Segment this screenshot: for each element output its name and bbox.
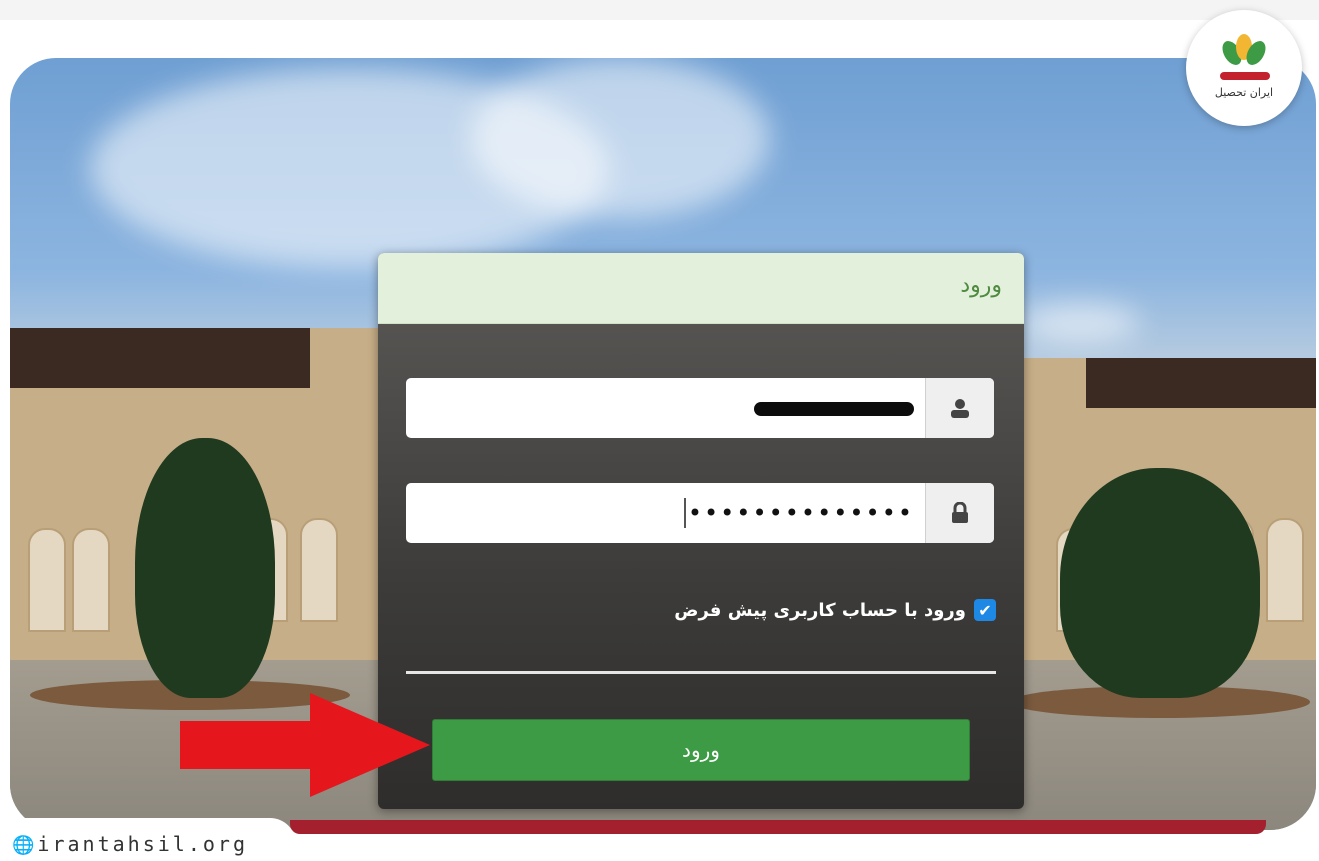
remember-option[interactable]: ✔ ورود با حساب کاربری پیش فرض — [674, 599, 996, 621]
panel-title: ورود — [960, 273, 1002, 298]
brand-logo: ایران تحصیل — [1186, 10, 1302, 126]
username-value-redacted — [754, 402, 914, 416]
username-field[interactable] — [406, 378, 994, 438]
top-strip — [0, 0, 1319, 20]
tree-right — [1060, 468, 1260, 698]
site-url: irantahsil.org — [37, 832, 248, 856]
red-arrow-icon — [180, 693, 430, 797]
password-value: •••••••••••••• — [687, 499, 914, 527]
logo-text: ایران تحصیل — [1214, 86, 1274, 99]
user-icon — [925, 378, 994, 438]
login-panel: ورود •••••••••••••• ✔ ورود با حساب کاربر… — [378, 253, 1024, 809]
text-cursor — [684, 498, 686, 528]
lock-icon — [925, 483, 994, 543]
panel-header: ورود — [378, 253, 1024, 324]
remember-checkbox[interactable]: ✔ — [974, 599, 996, 621]
site-watermark: 🌐irantahsil.org — [0, 818, 296, 861]
tree-left — [135, 438, 275, 698]
remember-label: ورود با حساب کاربری پیش فرض — [674, 599, 966, 621]
book-icon — [1220, 72, 1270, 80]
password-field[interactable]: •••••••••••••• — [406, 483, 994, 543]
divider — [406, 671, 996, 674]
brand-bar — [290, 820, 1266, 834]
globe-icon: 🌐 — [12, 835, 38, 856]
login-button[interactable]: ورود — [432, 719, 970, 781]
